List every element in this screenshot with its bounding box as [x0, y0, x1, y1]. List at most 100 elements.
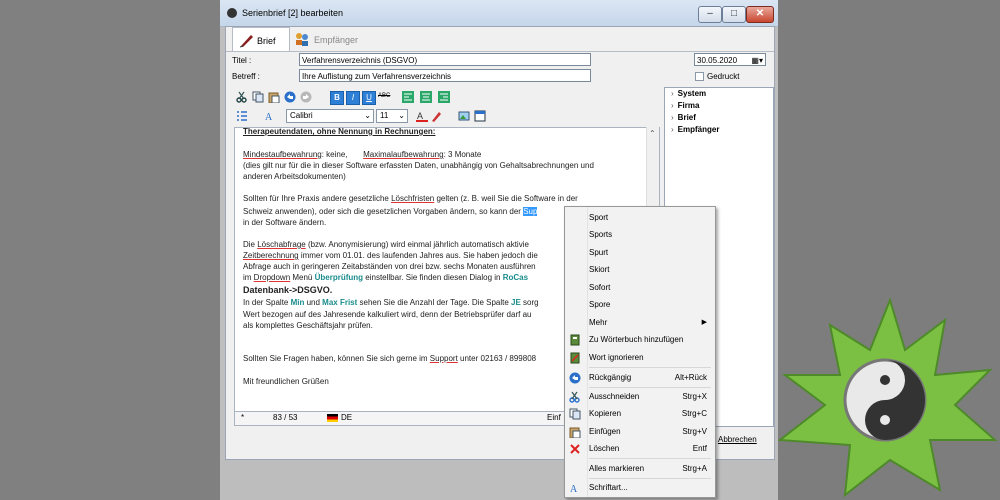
menu-item-add-dictionary[interactable]: Zu Wörterbuch hinzufügen	[565, 331, 715, 348]
editor-text: Sollten für Ihre Praxis andere gesetzlic…	[243, 194, 392, 203]
menu-item-label: Kopieren	[589, 409, 622, 418]
tree-item-brief[interactable]: › Brief	[671, 113, 696, 122]
tree-item-system[interactable]: › System	[671, 89, 706, 98]
maximize-button[interactable]: □	[722, 6, 746, 23]
editor-text: Zeitberechnung	[243, 251, 299, 260]
font-color-icon[interactable]: A	[416, 110, 428, 122]
menu-item-font[interactable]: A Schriftart...	[565, 479, 715, 496]
dictionary-add-icon	[570, 334, 580, 346]
menu-item-label: Mehr	[589, 318, 608, 327]
undo-icon[interactable]	[284, 91, 296, 103]
editor-text: Menü	[290, 273, 315, 282]
tab-empfaenger[interactable]: Empfänger	[290, 27, 370, 51]
calendar-dropdown-icon[interactable]: ▦▾	[751, 54, 763, 65]
suggestion-item[interactable]: Spore	[565, 296, 715, 313]
menu-item-cut[interactable]: Ausschneiden Strg+X	[565, 388, 715, 405]
copy-icon[interactable]	[252, 91, 264, 103]
suggestion-item[interactable]: Sofort	[565, 279, 715, 296]
editor-text: Maximalaufbewahrung	[363, 150, 444, 159]
date-value: 30.05.2020	[697, 56, 738, 65]
minimize-button[interactable]: –	[698, 6, 722, 23]
editor-text: Min	[290, 298, 305, 307]
submenu-arrow-icon: ▶	[701, 319, 707, 326]
svg-text:A: A	[417, 111, 423, 121]
editor-text: Schweiz anwenden), oder sich die gesetzl…	[243, 207, 524, 216]
font-icon: A	[570, 484, 578, 494]
menu-item-shortcut: Strg+X	[682, 392, 707, 401]
suggestion-item[interactable]: Sport	[565, 209, 715, 226]
gedruckt-checkbox[interactable]	[695, 72, 704, 81]
bold-icon[interactable]: B	[330, 91, 344, 105]
tree-item-empfaenger[interactable]: › Empfänger	[671, 125, 719, 134]
list-icon[interactable]	[236, 110, 248, 122]
suggestion-item[interactable]: Sports	[565, 226, 715, 243]
align-left-icon[interactable]	[402, 91, 414, 103]
align-right-icon[interactable]	[438, 91, 450, 103]
menu-item-label: Alles markieren	[589, 464, 645, 473]
tree-item-firma[interactable]: › Firma	[671, 101, 699, 110]
menu-item-delete[interactable]: Löschen Entf	[565, 440, 715, 457]
font-family-value: Calibri	[290, 111, 313, 120]
editor-text: einstellbar. Sie finden diesen Dialog in	[363, 273, 503, 282]
font-size-select[interactable]: 11 ⌄	[376, 109, 408, 123]
paste-icon[interactable]	[268, 91, 280, 103]
redo-icon[interactable]	[300, 91, 312, 103]
chevron-right-icon: ›	[671, 89, 674, 98]
chevron-right-icon: ›	[671, 125, 674, 134]
tab-label: Empfänger	[314, 35, 359, 45]
cut-icon	[569, 391, 580, 403]
suggestion-item[interactable]: Spurt	[565, 244, 715, 261]
gedruckt-label: Gedruckt	[707, 72, 740, 81]
tab-brief[interactable]: Brief	[232, 27, 290, 52]
editor-line: in der Software ändern.	[243, 218, 327, 227]
betreff-label: Betreff :	[232, 72, 260, 81]
editor-line: Schweiz anwenden), oder sich die gesetzl…	[243, 207, 538, 216]
menu-item-shortcut: Alt+Rück	[674, 373, 707, 382]
tree-item-label: System	[677, 89, 707, 98]
editor-text: im	[243, 273, 254, 282]
align-center-icon[interactable]	[420, 91, 432, 103]
menu-item-undo[interactable]: Rückgängig Alt+Rück	[565, 369, 715, 386]
highlighter-icon[interactable]	[430, 110, 442, 122]
editor-text: Support	[429, 354, 458, 363]
date-picker[interactable]: 30.05.2020 ▦▾	[694, 53, 766, 66]
editor-text: Die	[243, 240, 258, 249]
menu-item-ignore-word[interactable]: Wort ignorieren	[565, 349, 715, 366]
insert-image-icon[interactable]	[458, 110, 470, 122]
editor-line: im Dropdown Menü Überprüfung einstellbar…	[243, 273, 528, 282]
suggestion-item[interactable]: Skiort	[565, 261, 715, 278]
insert-table-icon[interactable]	[474, 110, 486, 122]
editor-text: Mindestaufbewahrung	[243, 150, 322, 159]
undo-icon	[569, 372, 581, 384]
editor-line: Zeitberechnung immer vom 01.01. des lauf…	[243, 251, 538, 260]
cancel-button[interactable]: Abbrechen	[718, 435, 757, 444]
menu-item-label: Löschen	[589, 444, 620, 453]
spellcheck-context-menu: Sport Sports Spurt Skiort Sofort Spore M…	[564, 206, 716, 498]
menu-item-shortcut: Entf	[692, 444, 707, 453]
underline-icon[interactable]: U	[362, 91, 376, 105]
editor-text: (bzw. Anonymisierung) wird einmal jährli…	[305, 240, 529, 249]
titel-input[interactable]: Verfahrensverzeichnis (DSGVO)	[299, 53, 591, 66]
menu-item-shortcut: Strg+C	[681, 409, 707, 418]
menu-item-select-all[interactable]: Alles markieren Strg+A	[565, 460, 715, 477]
cut-icon[interactable]	[236, 91, 248, 103]
betreff-input[interactable]: Ihre Auflistung zum Verfahrensverzeichni…	[299, 69, 591, 82]
font-family-select[interactable]: Calibri ⌄	[286, 109, 374, 123]
editor-line: Wert bezogen auf des Jahresende kalkulie…	[243, 310, 532, 319]
chevron-right-icon: ›	[671, 113, 674, 122]
strikethrough-icon[interactable]: ABC	[378, 93, 390, 99]
tab-divider	[226, 51, 774, 52]
editor-text: Löschabfrage	[257, 240, 306, 249]
scroll-up-icon[interactable]: ⌃	[649, 129, 656, 138]
font-style-icon[interactable]: A	[264, 110, 276, 122]
menu-item-copy[interactable]: Kopieren Strg+C	[565, 405, 715, 422]
maximize-icon: □	[730, 8, 738, 19]
menu-item-paste[interactable]: Einfügen Strg+V	[565, 423, 715, 440]
editor-text: : 3 Monate	[443, 150, 482, 159]
close-button[interactable]: ✕	[746, 6, 774, 23]
insert-mode: Einf	[547, 413, 561, 422]
selected-word[interactable]: Sup	[523, 207, 538, 216]
menu-item-mehr[interactable]: Mehr ▶	[565, 314, 715, 331]
suggestion-label: Sports	[589, 230, 613, 239]
italic-icon[interactable]: I	[346, 91, 360, 105]
